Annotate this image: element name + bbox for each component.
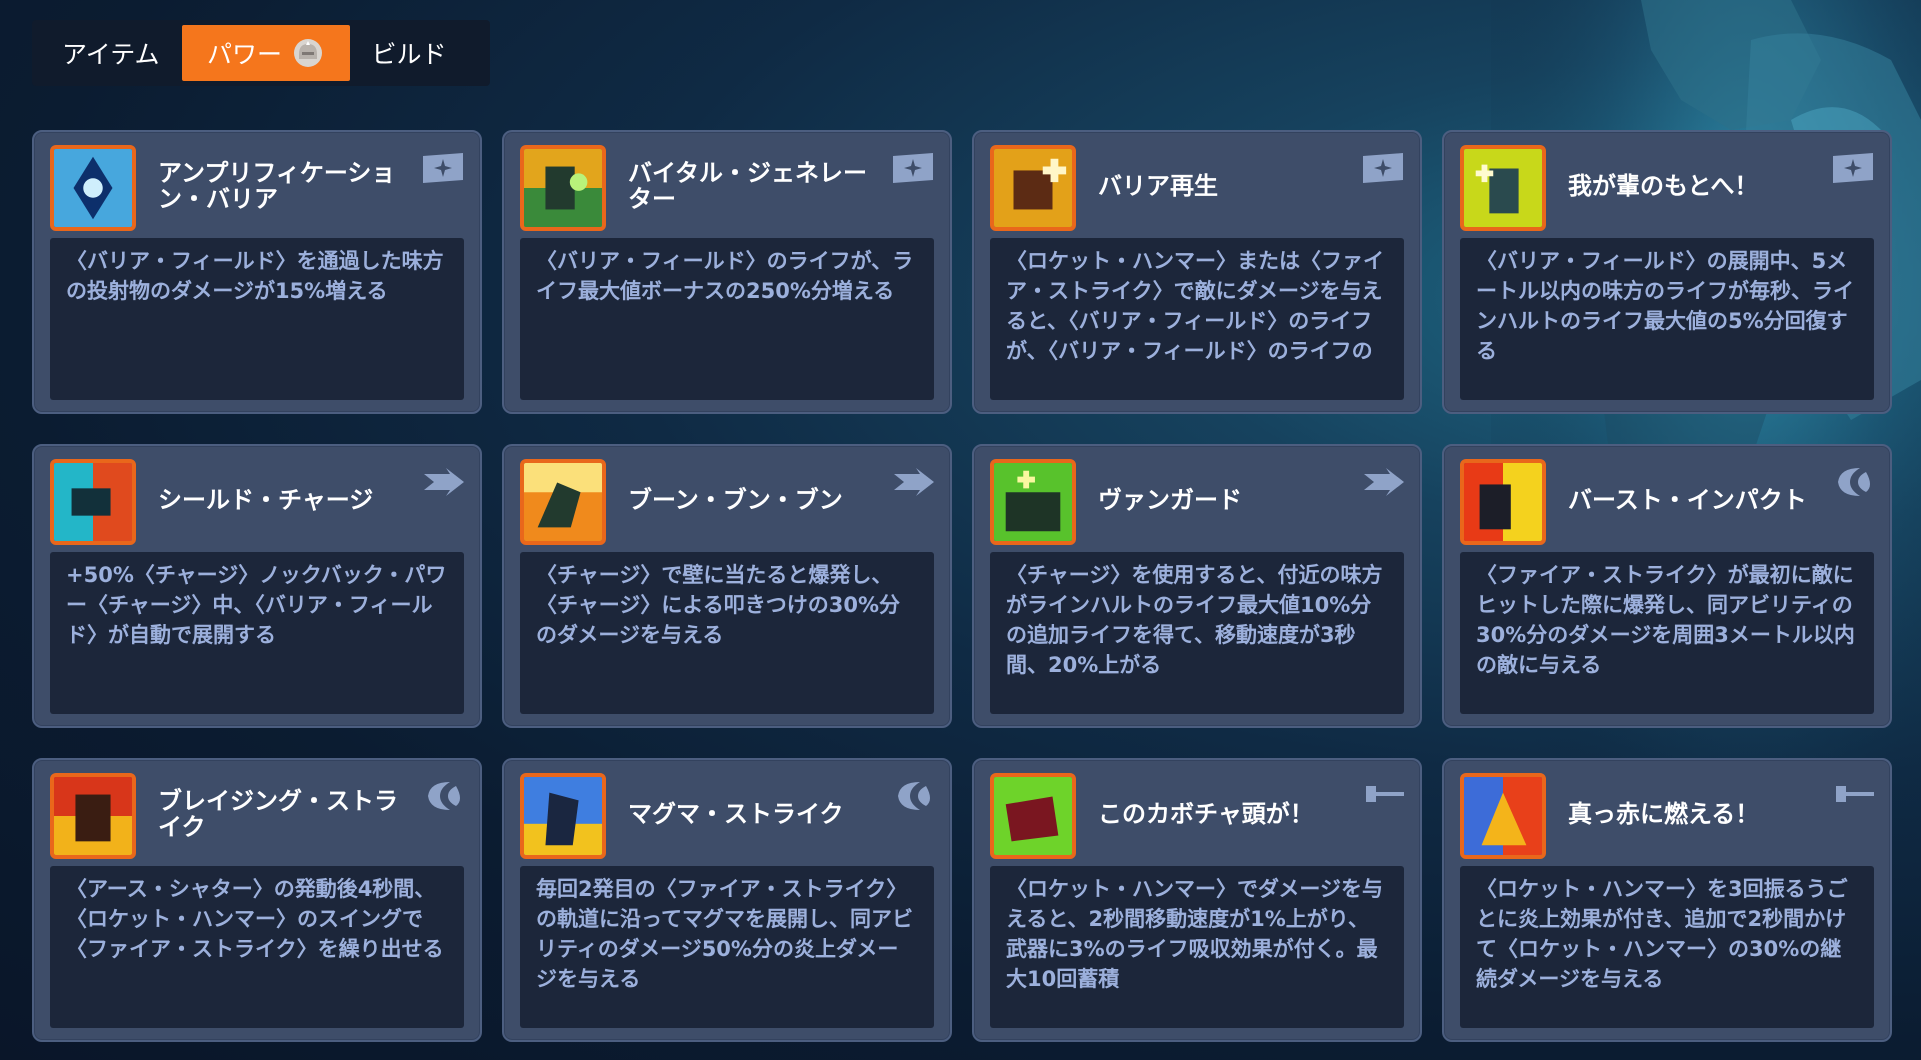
power-card[interactable]: バイタル・ジェネレーター 〈バリア・フィールド〉のライフが、ライフ最大値ボーナス… [502,130,952,414]
power-title: アンプリフィケーション・バリア [158,159,396,213]
power-card[interactable]: ヴァンガード 〈チャージ〉を使用すると、付近の味方がラインハルトのライフ最大値1… [972,444,1422,728]
power-description: 〈ロケット・ハンマー〉または〈ファイア・ストライク〉で敵にダメージを与えると、〈… [990,238,1404,400]
power-title: 真っ赤に燃える！ [1568,800,1760,829]
power-description: 〈チャージ〉で壁に当たると爆発し、〈チャージ〉による叩きつけの30%分のダメージ… [520,552,934,714]
power-card[interactable]: このカボチャ頭が！ 〈ロケット・ハンマー〉でダメージを与えると、2秒間移動速度が… [972,758,1422,1042]
power-portrait-icon[interactable] [1460,145,1546,231]
power-title: ブーン・ブン・ブン [628,486,843,515]
power-portrait-icon[interactable] [520,459,606,545]
barrier-icon [420,150,466,186]
power-portrait-icon[interactable] [50,459,136,545]
power-description: +50%〈チャージ〉ノックバック・パワー〈チャージ〉中、〈バリア・フィールド〉が… [50,552,464,714]
power-title: このカボチャ頭が！ [1098,800,1314,829]
power-portrait-icon[interactable] [1460,459,1546,545]
power-card[interactable]: バリア再生 〈ロケット・ハンマー〉または〈ファイア・ストライク〉で敵にダメージを… [972,130,1422,414]
barrier-icon [1830,150,1876,186]
power-description: 毎回2発目の〈ファイア・ストライク〉の軌道に沿ってマグマを展開し、同アビリティの… [520,866,934,1028]
helmet-icon [294,39,323,67]
power-card[interactable]: 我が輩のもとへ！ 〈バリア・フィールド〉の展開中、5メートル以内の味方のライフが… [1442,130,1892,414]
power-portrait-icon[interactable] [50,145,136,231]
power-description: 〈アース・シャター〉の発動後4秒間、〈ロケット・ハンマー〉のスイングで〈ファイア… [50,866,464,1028]
barrier-icon [890,150,936,186]
power-description: 〈ロケット・ハンマー〉でダメージを与えると、2秒間移動速度が1%上がり、武器に3… [990,866,1404,1028]
power-card[interactable]: シールド・チャージ +50%〈チャージ〉ノックバック・パワー〈チャージ〉中、〈バ… [32,444,482,728]
power-portrait-icon[interactable] [990,145,1076,231]
power-title: ブレイジング・ストライク [158,787,398,841]
power-title: シールド・チャージ [158,486,374,515]
power-card[interactable]: ブレイジング・ストライク 〈アース・シャター〉の発動後4秒間、〈ロケット・ハンマ… [32,758,482,1042]
power-title: 我が輩のもとへ！ [1568,172,1759,201]
tab-powers[interactable]: パワー [181,25,350,81]
power-description: 〈ロケット・ハンマー〉を3回振るうごとに炎上効果が付き、追加で2秒間かけて〈ロケ… [1460,866,1874,1028]
fire-strike-icon [420,778,466,814]
power-portrait-icon[interactable] [990,773,1076,859]
fire-strike-icon [1830,464,1876,500]
hammer-icon [1360,778,1406,814]
charge-icon [420,464,466,500]
power-title: バイタル・ジェネレーター [628,159,868,213]
power-description: 〈バリア・フィールド〉を通過した味方の投射物のダメージが15%増える [50,238,464,400]
power-portrait-icon[interactable] [50,773,136,859]
power-portrait-icon[interactable] [520,773,606,859]
power-portrait-icon[interactable] [520,145,606,231]
hammer-icon [1830,778,1876,814]
tab-build[interactable]: ビルド [350,25,469,81]
tab-items[interactable]: アイテム [40,25,182,81]
power-description: 〈チャージ〉を使用すると、付近の味方がラインハルトのライフ最大値10%分の追加ラ… [990,552,1404,714]
power-title: ヴァンガード [1098,486,1242,515]
charge-icon [1360,464,1406,500]
power-description: 〈バリア・フィールド〉のライフが、ライフ最大値ボーナスの250%分増える [520,238,934,400]
barrier-icon [1360,150,1406,186]
power-title: バリア再生 [1098,172,1218,201]
power-card[interactable]: マグマ・ストライク 毎回2発目の〈ファイア・ストライク〉の軌道に沿ってマグマを展… [502,758,952,1042]
power-description: 〈ファイア・ストライク〉が最初に敵にヒットした際に爆発し、同アビリティの30%分… [1460,552,1874,714]
tab-powers-label: パワー [207,40,283,69]
tab-bar: アイテム パワー ビルド [32,20,490,86]
fire-strike-icon [890,778,936,814]
power-description: 〈バリア・フィールド〉の展開中、5メートル以内の味方のライフが毎秒、ラインハルト… [1460,238,1874,400]
charge-icon [890,464,936,500]
power-card[interactable]: ブーン・ブン・ブン 〈チャージ〉で壁に当たると爆発し、〈チャージ〉による叩きつけ… [502,444,952,728]
tab-build-label: ビルド [371,40,447,69]
power-card[interactable]: バースト・インパクト 〈ファイア・ストライク〉が最初に敵にヒットした際に爆発し、… [1442,444,1892,728]
power-card[interactable]: アンプリフィケーション・バリア 〈バリア・フィールド〉を通過した味方の投射物のダ… [32,130,482,414]
power-title: マグマ・ストライク [628,800,844,829]
power-portrait-icon[interactable] [990,459,1076,545]
power-card[interactable]: 真っ赤に燃える！ 〈ロケット・ハンマー〉を3回振るうごとに炎上効果が付き、追加で… [1442,758,1892,1042]
power-portrait-icon[interactable] [1460,773,1546,859]
tab-items-label: アイテム [62,40,160,69]
power-title: バースト・インパクト [1568,486,1807,515]
power-grid: アンプリフィケーション・バリア 〈バリア・フィールド〉を通過した味方の投射物のダ… [32,130,1892,1042]
